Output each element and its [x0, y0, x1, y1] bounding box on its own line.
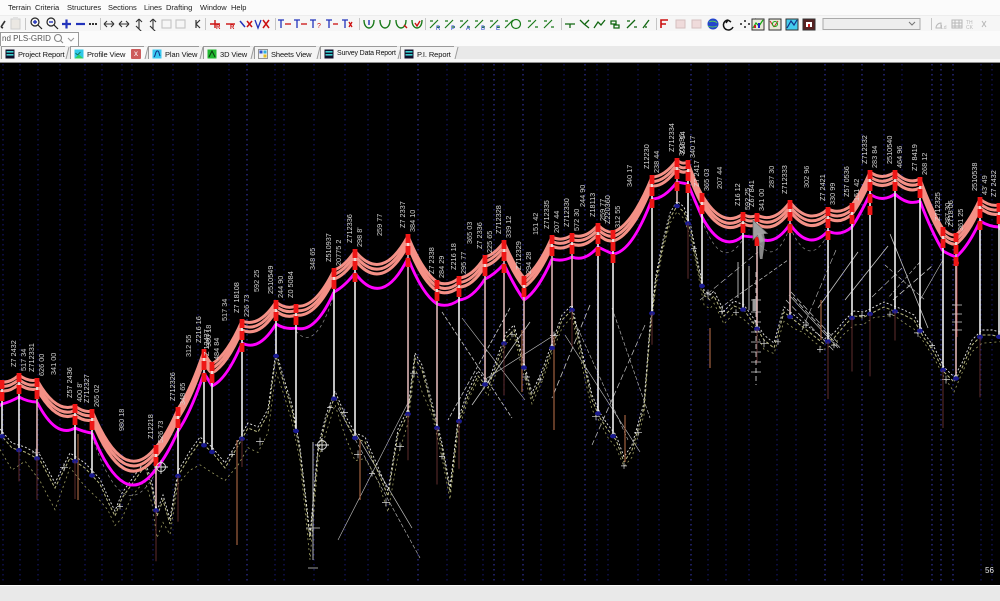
svg-text:2510540: 2510540: [885, 136, 894, 164]
svg-text:302 96: 302 96: [802, 166, 811, 188]
svg-text:Z0 5084: Z0 5084: [286, 271, 295, 298]
svg-text:384 10: 384 10: [408, 210, 417, 232]
svg-text:Z12218: Z12218: [146, 414, 155, 439]
svg-text:Z16 12: Z16 12: [733, 183, 742, 206]
svg-text:Z12230: Z12230: [642, 144, 651, 169]
svg-text:Z712326: Z712326: [168, 372, 177, 401]
svg-text:484 84: 484 84: [212, 338, 221, 360]
svg-text:283 84: 283 84: [870, 146, 879, 168]
svg-text:Z712328: Z712328: [494, 205, 503, 234]
svg-text:151 42: 151 42: [852, 179, 861, 201]
svg-text:Z16 14: Z16 14: [678, 131, 687, 154]
svg-text:20775 2: 20775 2: [334, 240, 343, 266]
svg-text:312 55: 312 55: [613, 206, 622, 228]
svg-text:Z712327: Z712327: [82, 374, 91, 403]
svg-text:Z216 18: Z216 18: [449, 243, 458, 270]
svg-text:Z712331: Z712331: [27, 343, 36, 372]
svg-text:Z712333: Z712333: [780, 165, 789, 194]
svg-text:340 17: 340 17: [688, 136, 697, 158]
svg-text:Z7 2338: Z7 2338: [427, 247, 436, 274]
svg-text:365 03: 365 03: [702, 169, 711, 191]
svg-text:2510538: 2510538: [970, 163, 979, 191]
svg-text:Z7 2337: Z7 2337: [398, 201, 407, 228]
svg-text:244 90: 244 90: [276, 276, 285, 298]
svg-text:341 00: 341 00: [757, 189, 766, 211]
svg-text:Z712335: Z712335: [542, 200, 551, 229]
svg-text:312 55: 312 55: [184, 335, 193, 357]
svg-text:980 18: 980 18: [117, 409, 126, 431]
svg-text:341 00: 341 00: [49, 353, 58, 375]
svg-text:464 96: 464 96: [895, 146, 904, 168]
svg-text:Z57 2436: Z57 2436: [65, 367, 74, 398]
svg-text:339 12: 339 12: [504, 216, 513, 238]
svg-text:Z712332: Z712332: [860, 135, 869, 164]
svg-text:151 42: 151 42: [531, 213, 540, 235]
svg-text:2510538: 2510538: [0, 346, 1, 374]
svg-text:43' 49: 43' 49: [980, 175, 989, 195]
svg-text:268 12: 268 12: [920, 153, 929, 175]
svg-text:592 25: 592 25: [252, 270, 261, 292]
svg-text:56: 56: [985, 566, 994, 575]
svg-text:Z67 841: Z67 841: [747, 180, 756, 207]
svg-text:626 00: 626 00: [37, 354, 46, 376]
svg-text:295 77: 295 77: [459, 252, 468, 274]
svg-text:Z7 2432: Z7 2432: [989, 170, 998, 197]
svg-text:287 30: 287 30: [767, 166, 776, 188]
svg-text:365 03: 365 03: [465, 222, 474, 244]
svg-text:Z57 0536: Z57 0536: [842, 166, 851, 197]
svg-text:348 65: 348 65: [178, 383, 187, 405]
svg-text:Z712330: Z712330: [562, 198, 571, 227]
svg-text:Z712329: Z712329: [514, 241, 523, 270]
svg-text:259 77: 259 77: [375, 214, 384, 236]
svg-text:238 44: 238 44: [652, 151, 661, 173]
svg-text:Z7 2432: Z7 2432: [9, 340, 18, 367]
svg-text:265 02: 265 02: [92, 385, 101, 407]
svg-text:2510549: 2510549: [266, 266, 275, 294]
svg-text:361 25: 361 25: [956, 209, 965, 231]
svg-text:294 28: 294 28: [524, 252, 533, 274]
svg-text:Z712334: Z712334: [667, 123, 676, 152]
svg-text:207 44: 207 44: [552, 211, 561, 233]
svg-text:298 8': 298 8': [355, 227, 364, 247]
svg-text:572 30: 572 30: [572, 209, 581, 231]
svg-text:526 73: 526 73: [156, 421, 165, 443]
svg-text:Z 12437: Z 12437: [202, 329, 211, 356]
svg-text:Z18113: Z18113: [588, 193, 597, 217]
svg-text:340 17: 340 17: [625, 165, 634, 187]
svg-text:Z7 2336: Z7 2336: [475, 222, 484, 249]
svg-text:348 65: 348 65: [308, 248, 317, 270]
svg-text:Z712336: Z712336: [345, 214, 354, 243]
svg-text:Z510937: Z510937: [324, 233, 333, 262]
svg-text:207 44: 207 44: [715, 167, 724, 189]
svg-text:Z718 06: Z718 06: [946, 200, 955, 227]
svg-text:?: ?: [317, 23, 321, 30]
svg-text:225 65: 225 65: [485, 231, 494, 253]
svg-text:Z712325: Z712325: [933, 192, 942, 221]
svg-text:Z7 2421: Z7 2421: [818, 174, 827, 201]
svg-text:244 90: 244 90: [578, 185, 587, 207]
svg-text:Z220360: Z220360: [603, 195, 612, 224]
svg-text:226 73: 226 73: [242, 295, 251, 317]
svg-text:Z7 18108: Z7 18108: [232, 282, 241, 313]
svg-text:Z7 2417: Z7 2417: [692, 160, 701, 187]
svg-text:284 29: 284 29: [437, 256, 446, 278]
svg-text:517 34: 517 34: [220, 299, 229, 321]
svg-text:Z7 8419: Z7 8419: [910, 144, 919, 171]
svg-text:330 99: 330 99: [828, 183, 837, 205]
